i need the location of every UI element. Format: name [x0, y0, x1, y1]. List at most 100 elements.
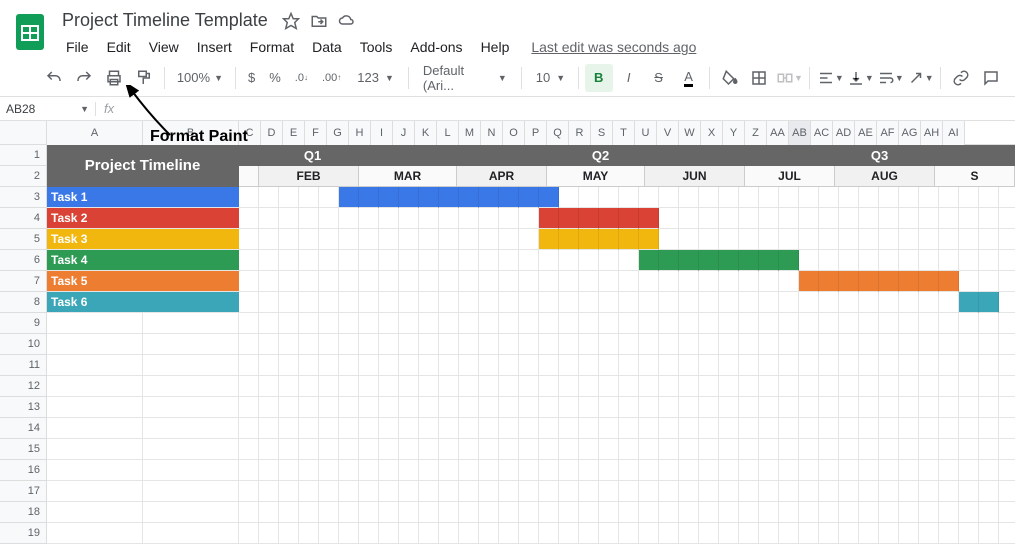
gantt-cell[interactable] [799, 229, 819, 250]
gantt-cell[interactable] [559, 208, 579, 229]
cell[interactable] [379, 334, 399, 355]
cell[interactable] [319, 334, 339, 355]
gantt-cell[interactable] [319, 250, 339, 271]
gantt-cell[interactable] [699, 187, 719, 208]
cell[interactable] [699, 460, 719, 481]
gantt-cell[interactable] [359, 271, 379, 292]
col-header[interactable]: K [415, 121, 437, 145]
cell[interactable] [879, 397, 899, 418]
cell[interactable] [319, 523, 339, 544]
col-header[interactable]: AD [833, 121, 855, 145]
cell[interactable] [379, 355, 399, 376]
gantt-cell[interactable] [999, 208, 1015, 229]
cell[interactable] [599, 481, 619, 502]
cell[interactable] [519, 418, 539, 439]
cell[interactable] [639, 481, 659, 502]
gantt-cell[interactable] [459, 208, 479, 229]
cell[interactable] [919, 439, 939, 460]
gantt-cell[interactable] [519, 187, 539, 208]
menu-file[interactable]: File [58, 35, 97, 59]
cell[interactable] [439, 376, 459, 397]
cell[interactable] [439, 397, 459, 418]
gantt-cell[interactable] [559, 229, 579, 250]
col-header[interactable]: AI [943, 121, 965, 145]
gantt-cell[interactable] [719, 250, 739, 271]
gantt-cell[interactable] [279, 292, 299, 313]
cell[interactable] [639, 334, 659, 355]
gantt-cell[interactable] [459, 229, 479, 250]
cell[interactable] [759, 397, 779, 418]
undo-button[interactable] [40, 64, 68, 92]
cell[interactable] [639, 355, 659, 376]
cell[interactable] [419, 481, 439, 502]
gantt-cell[interactable] [359, 292, 379, 313]
cell[interactable] [859, 376, 879, 397]
cell[interactable] [143, 334, 239, 355]
cell[interactable] [499, 313, 519, 334]
gantt-cell[interactable] [579, 250, 599, 271]
cell[interactable] [919, 523, 939, 544]
gantt-cell[interactable] [239, 229, 259, 250]
gantt-cell[interactable] [639, 292, 659, 313]
gantt-cell[interactable] [239, 292, 259, 313]
gantt-cell[interactable] [719, 208, 739, 229]
cell[interactable] [799, 397, 819, 418]
gantt-cell[interactable] [579, 187, 599, 208]
cell[interactable] [399, 523, 419, 544]
cell[interactable] [47, 418, 143, 439]
gantt-cell[interactable] [399, 271, 419, 292]
gantt-cell[interactable] [339, 250, 359, 271]
gantt-cell[interactable] [659, 271, 679, 292]
cell[interactable] [839, 397, 859, 418]
row-header[interactable]: 9 [0, 313, 46, 334]
cell[interactable] [999, 418, 1015, 439]
gantt-cell[interactable] [999, 271, 1015, 292]
cell[interactable] [379, 439, 399, 460]
cell[interactable] [419, 523, 439, 544]
cell[interactable] [719, 523, 739, 544]
task-row[interactable]: Task 2 [47, 208, 1015, 229]
cell[interactable] [47, 439, 143, 460]
cell[interactable] [439, 439, 459, 460]
col-header[interactable]: R [569, 121, 591, 145]
gantt-cell[interactable] [899, 187, 919, 208]
gantt-cell[interactable] [639, 208, 659, 229]
cell[interactable] [799, 418, 819, 439]
cell[interactable] [459, 313, 479, 334]
cell[interactable] [699, 355, 719, 376]
cell[interactable] [959, 460, 979, 481]
cell[interactable] [539, 523, 559, 544]
cell[interactable] [359, 418, 379, 439]
cell[interactable] [759, 355, 779, 376]
cell[interactable] [399, 397, 419, 418]
cell[interactable] [979, 313, 999, 334]
cell[interactable] [379, 397, 399, 418]
cell[interactable] [959, 376, 979, 397]
gantt-cell[interactable] [739, 271, 759, 292]
gantt-cell[interactable] [979, 292, 999, 313]
menu-tools[interactable]: Tools [352, 35, 401, 59]
gantt-cell[interactable] [839, 292, 859, 313]
gantt-cell[interactable] [579, 292, 599, 313]
cell[interactable] [679, 334, 699, 355]
cell[interactable] [143, 523, 239, 544]
cell[interactable] [759, 439, 779, 460]
col-header[interactable]: A [47, 121, 143, 145]
cell[interactable] [819, 418, 839, 439]
cell[interactable] [499, 523, 519, 544]
cell[interactable] [399, 439, 419, 460]
gantt-cell[interactable] [759, 292, 779, 313]
cell[interactable] [639, 523, 659, 544]
gantt-cell[interactable] [959, 271, 979, 292]
cell[interactable] [679, 397, 699, 418]
row-header[interactable]: 15 [0, 439, 46, 460]
gantt-cell[interactable] [839, 250, 859, 271]
gantt-cell[interactable] [379, 271, 399, 292]
gantt-cell[interactable] [259, 229, 279, 250]
gantt-cell[interactable] [539, 292, 559, 313]
cell[interactable] [519, 355, 539, 376]
gantt-cell[interactable] [439, 187, 459, 208]
cell[interactable] [939, 523, 959, 544]
cell[interactable] [719, 460, 739, 481]
cell[interactable] [579, 334, 599, 355]
